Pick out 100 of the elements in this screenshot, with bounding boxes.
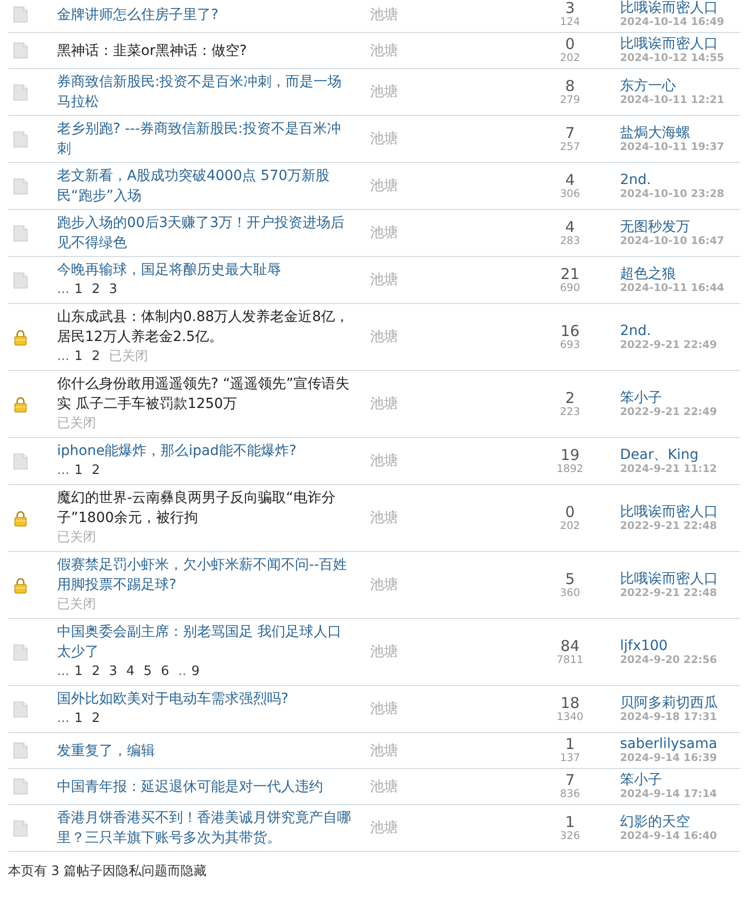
- author-name: 池塘: [370, 84, 398, 100]
- author-name: 池塘: [370, 178, 398, 194]
- reply-count: 2: [565, 390, 575, 406]
- reply-count: 7: [565, 772, 575, 788]
- page-link[interactable]: 1: [74, 282, 83, 297]
- thread-title-link[interactable]: 你什么身份敢用遥遥领先? “遥遥领先”宣传语失实 瓜子二手车被罚款1250万: [57, 374, 352, 414]
- thread-title-link[interactable]: 今晚再输球，国足将酿历史最大耻辱: [57, 260, 281, 280]
- author-name: 池塘: [370, 644, 398, 660]
- last-poster-link[interactable]: 比哦诶而密人口: [620, 0, 718, 16]
- page-link[interactable]: 1: [74, 664, 83, 679]
- page-ellipsis: ..: [178, 664, 186, 679]
- thread-title-link[interactable]: 国外比如欧美对于电动车需求强烈吗?: [57, 689, 288, 709]
- author-name: 池塘: [370, 272, 398, 288]
- view-count: 690: [560, 282, 580, 294]
- last-poster-link[interactable]: 贝阿多莉切西瓜: [620, 694, 718, 710]
- thread-title-link[interactable]: 跑步入场的00后3天赚了3万！开户投资进场后见不得绿色: [57, 213, 352, 253]
- thread-title-link[interactable]: 中国青年报：延迟退休可能是对一代人违约: [57, 776, 323, 796]
- author-name: 池塘: [370, 778, 398, 794]
- view-count: 1340: [556, 710, 584, 724]
- thread-title-link[interactable]: 老乡别跑? ---券商致信新股民:投资不是百米冲刺: [57, 119, 352, 159]
- page-ellipsis: ...: [57, 711, 70, 726]
- view-count: 223: [560, 406, 580, 418]
- author-name: 池塘: [370, 6, 398, 22]
- last-poster-link[interactable]: 2nd.: [620, 172, 652, 188]
- author-name: 池塘: [370, 820, 398, 836]
- view-count: 326: [560, 830, 580, 842]
- thread-title-link[interactable]: 金牌讲师怎么住房子里了?: [57, 4, 218, 24]
- reply-count: 84: [560, 638, 580, 654]
- page-link[interactable]: 1: [74, 711, 83, 726]
- view-count: 7811: [556, 654, 584, 666]
- thread-title-link[interactable]: 老文新看，A股成功突破4000点 570万新股民“跑步”入场: [57, 166, 352, 206]
- view-count: 836: [560, 788, 580, 801]
- page-link[interactable]: 4: [126, 664, 135, 679]
- last-poster-link[interactable]: 比哦诶而密人口: [620, 570, 718, 586]
- last-poster-link[interactable]: 比哦诶而密人口: [620, 504, 718, 520]
- thread-title-link[interactable]: 券商致信新股民:投资不是百米冲刺，而是一场马拉松: [57, 72, 352, 112]
- page-link[interactable]: 2: [92, 463, 100, 478]
- last-post-time: 2024-9-14 16:40: [620, 830, 717, 842]
- last-post-time: 2022-9-21 22:48: [620, 586, 717, 600]
- view-count: 279: [560, 94, 580, 106]
- thread-title-link[interactable]: 黑神话：韭菜or黑神话：做空?: [57, 40, 247, 60]
- last-poster-link[interactable]: 比哦诶而密人口: [620, 36, 718, 52]
- last-poster-link[interactable]: saberlilysama: [620, 736, 718, 752]
- view-count: 283: [560, 234, 580, 248]
- author-name: 池塘: [370, 396, 398, 412]
- page-link[interactable]: 1: [74, 349, 83, 364]
- page-link[interactable]: 2: [92, 282, 100, 297]
- last-post-time: 2024-10-11 19:37: [620, 140, 724, 154]
- author-name: 池塘: [370, 577, 398, 593]
- last-poster-link[interactable]: 超色之狼: [620, 266, 676, 282]
- thread-title-link[interactable]: 魔幻的世界-云南彝良两男子反向骗取“电诈分子”1800余元，被行拘: [57, 488, 352, 528]
- last-post-time: 2022-9-21 22:48: [620, 520, 717, 532]
- thread-title-link[interactable]: iphone能爆炸，那么ipad能不能爆炸?: [57, 441, 296, 461]
- page-link[interactable]: 3: [108, 664, 118, 679]
- thread-title-link[interactable]: 香港月饼香港买不到！香港美诚月饼究竟产自哪里？三只羊旗下账号多次为其带货。: [57, 808, 352, 848]
- last-poster-link[interactable]: 笨小子: [620, 772, 662, 788]
- last-poster-link[interactable]: Dear、King: [620, 446, 699, 462]
- closed-label: 已关闭: [57, 416, 96, 431]
- last-post-time: 2024-10-10 23:28: [620, 188, 724, 200]
- page-link[interactable]: 1: [74, 463, 83, 478]
- reply-count: 1: [565, 736, 575, 752]
- page-ellipsis: ...: [57, 349, 70, 364]
- reply-count: 4: [565, 172, 575, 188]
- page-link[interactable]: 6: [160, 664, 170, 679]
- author-name: 池塘: [370, 225, 398, 241]
- view-count: 137: [560, 752, 580, 765]
- thread-title-link[interactable]: 假赛禁足罚小虾米，欠小虾米薪不闻不问--百姓用脚投票不踢足球?: [57, 555, 352, 595]
- last-poster-link[interactable]: 幻影的天空: [620, 814, 690, 830]
- last-poster-link[interactable]: 东方一心: [620, 78, 676, 94]
- last-post-time: 2024-10-10 16:47: [620, 234, 724, 248]
- last-poster-link[interactable]: 2nd.: [620, 322, 652, 338]
- page-ellipsis: ...: [57, 463, 70, 478]
- thread-title-link[interactable]: 中国奥委会副主席：别老骂国足 我们足球人口太少了: [57, 622, 352, 662]
- author-name: 池塘: [370, 742, 398, 758]
- last-post-time: 2024-9-21 11:12: [620, 462, 717, 476]
- closed-label: 已关闭: [57, 530, 96, 545]
- page-link[interactable]: 9: [191, 664, 200, 679]
- page-ellipsis: ...: [57, 282, 70, 297]
- page-link[interactable]: 2: [92, 349, 100, 364]
- last-post-time: 2024-9-20 22:56: [620, 654, 717, 666]
- page-link[interactable]: 2: [92, 664, 100, 679]
- reply-count: 19: [560, 446, 580, 462]
- page-link[interactable]: 2: [92, 711, 100, 726]
- author-name: 池塘: [370, 453, 398, 469]
- last-poster-link[interactable]: 盐焗大海螺: [620, 124, 690, 140]
- hidden-posts-note: 本页有 3 篇帖子因隐私问题而隐藏: [8, 863, 208, 880]
- last-poster-link[interactable]: 笨小子: [620, 390, 662, 406]
- thread-title-link[interactable]: 山东成武县：体制内0.88万人发养老金近8亿，居民12万人养老金2.5亿。: [57, 307, 352, 347]
- author-name: 池塘: [370, 701, 398, 717]
- page-link[interactable]: 3: [108, 282, 118, 297]
- last-post-time: 2024-10-11 12:21: [620, 94, 724, 106]
- reply-count: 0: [565, 504, 575, 520]
- last-poster-link[interactable]: 无图秒发万: [620, 218, 690, 234]
- page-link[interactable]: 5: [144, 664, 152, 679]
- last-post-time: 2024-9-18 17:31: [620, 710, 717, 724]
- last-poster-link[interactable]: ljfx100: [620, 638, 668, 654]
- view-count: 693: [560, 338, 580, 352]
- view-count: 360: [560, 586, 580, 600]
- thread-title-link[interactable]: 发重复了，编辑: [57, 740, 155, 760]
- view-count: 202: [560, 520, 580, 532]
